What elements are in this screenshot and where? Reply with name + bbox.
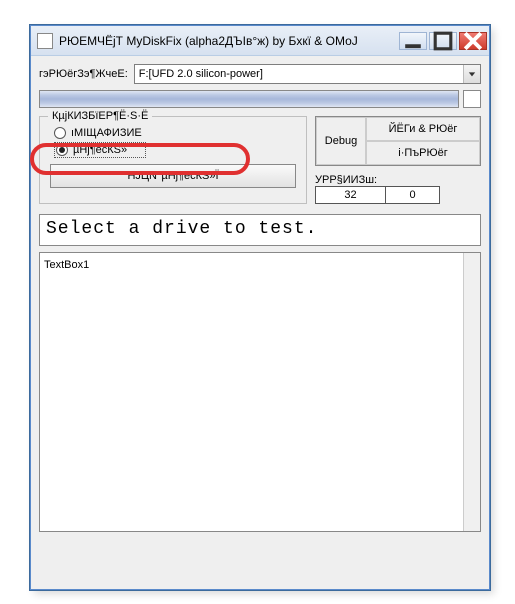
debug-button[interactable]: Debug	[316, 117, 366, 165]
counts-display: 32 0	[315, 186, 481, 204]
button-label: Debug	[325, 135, 357, 147]
minimize-button[interactable]	[399, 32, 427, 50]
close-button[interactable]	[459, 32, 487, 50]
button-label: ЙЁГи & РЮёг	[389, 123, 458, 135]
app-window: РЮЕМЧЁјТ MyDiskFix (alpha2ДЪІв°ж) by Бхк…	[30, 25, 490, 590]
radio-icon	[54, 127, 66, 139]
status-message: Select a drive to test.	[39, 214, 481, 246]
client-area: гэРЮёгЗэ¶ЖчеЕ: F:[UFD 2.0 silicon-power]…	[31, 56, 489, 589]
groupbox-title: КµјКИЗБїЕР¶Ё·Ѕ·Ё	[48, 110, 152, 122]
undo-repair-button[interactable]: і·ПъРЮёг	[366, 141, 480, 165]
count-value-2: 0	[385, 186, 440, 204]
titlebar[interactable]: РЮЕМЧЁјТ MyDiskFix (alpha2ДЪІв°ж) by Бхк…	[31, 26, 489, 56]
textbox-content: TextBox1	[44, 259, 89, 271]
drive-label: гэРЮёгЗэ¶ЖчеЕ:	[39, 68, 128, 80]
scan-mode-groupbox: КµјКИЗБїЕР¶Ё·Ѕ·Ё ıМІЩАФИЗИЕ µНј¶ёсКЅ» НЈ…	[39, 116, 307, 204]
radio-option-1[interactable]: ıМІЩАФИЗИЕ	[54, 127, 296, 139]
chevron-down-icon[interactable]	[463, 65, 480, 83]
radio-option-2[interactable]: µНј¶ёсКЅ»	[54, 142, 146, 158]
scan-repair-button[interactable]: ЙЁГи & РЮёг	[366, 117, 480, 141]
scroll-down-icon[interactable]	[464, 515, 480, 531]
actions-grid: Debug ЙЁГи & РЮёг і·ПъРЮёг	[315, 116, 481, 166]
drive-combobox-value: F:[UFD 2.0 silicon-power]	[135, 68, 463, 80]
scroll-up-icon[interactable]	[464, 253, 480, 269]
progress-bar	[39, 90, 459, 108]
radio-icon	[56, 144, 68, 156]
drive-combobox[interactable]: F:[UFD 2.0 silicon-power]	[134, 64, 481, 84]
button-label: НЈЦN°µНј¶ёсКЅ»Ї	[127, 170, 218, 182]
radio-label: µНј¶ёсКЅ»	[73, 144, 127, 156]
format-button[interactable]: НЈЦN°µНј¶ёсКЅ»Ї	[50, 164, 296, 188]
window-title: РЮЕМЧЁјТ MyDiskFix (alpha2ДЪІв°ж) by Бхк…	[59, 34, 399, 48]
progress-indicator-box	[463, 90, 481, 108]
radio-label: ıМІЩАФИЗИЕ	[71, 127, 142, 139]
counts-label: УРР§ИИЗш:	[315, 174, 481, 186]
button-label: і·ПъРЮёг	[398, 147, 447, 159]
count-value-1: 32	[315, 186, 385, 204]
log-textbox[interactable]: TextBox1	[39, 252, 481, 532]
maximize-button[interactable]	[429, 32, 457, 50]
app-icon	[37, 33, 53, 49]
